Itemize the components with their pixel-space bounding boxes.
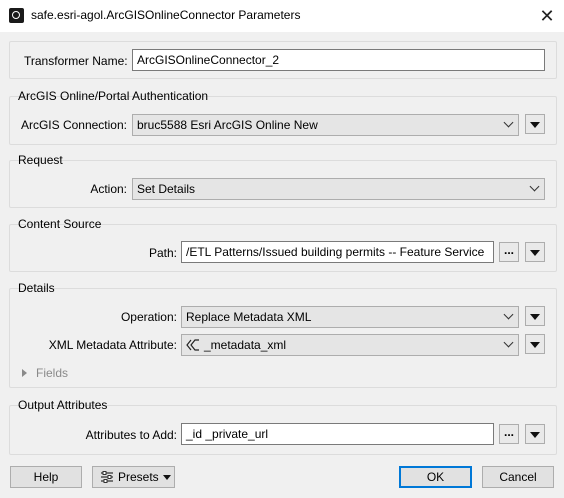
path-menu-button[interactable] bbox=[525, 242, 545, 262]
triangle-down-icon bbox=[163, 475, 171, 480]
title-bar: safe.esri-agol.ArcGISOnlineConnector Par… bbox=[0, 0, 564, 32]
attributes-to-add-input[interactable]: _id _private_url bbox=[181, 423, 494, 445]
chevron-down-icon bbox=[503, 117, 514, 128]
details-group-title: Details bbox=[18, 281, 55, 295]
help-button[interactable]: Help bbox=[10, 466, 82, 488]
attributes-browse-button[interactable]: ... bbox=[499, 424, 519, 444]
chevron-down-icon bbox=[529, 181, 540, 192]
output-attributes-group-title: Output Attributes bbox=[18, 398, 108, 412]
action-label: Action: bbox=[90, 182, 127, 196]
fme-app-icon bbox=[9, 8, 24, 23]
attributes-to-add-label: Attributes to Add: bbox=[85, 428, 177, 442]
xml-metadata-label: XML Metadata Attribute: bbox=[48, 338, 177, 352]
fields-expander[interactable]: Fields bbox=[22, 366, 68, 380]
close-icon[interactable]: ✕ bbox=[530, 2, 564, 30]
operation-menu-button[interactable] bbox=[525, 306, 545, 326]
attributes-menu-button[interactable] bbox=[525, 424, 545, 444]
chevron-right-icon bbox=[22, 369, 27, 377]
presets-button[interactable]: Presets bbox=[92, 466, 175, 488]
content-source-group-title: Content Source bbox=[18, 217, 102, 231]
action-dropdown[interactable]: Set Details bbox=[132, 178, 545, 200]
triangle-down-icon bbox=[530, 122, 540, 128]
presets-icon bbox=[101, 471, 113, 483]
auth-group-title: ArcGIS Online/Portal Authentication bbox=[18, 89, 209, 103]
fields-label: Fields bbox=[36, 366, 69, 380]
xml-metadata-menu-button[interactable] bbox=[525, 334, 545, 354]
triangle-down-icon bbox=[530, 432, 540, 438]
path-label: Path: bbox=[148, 246, 177, 260]
presets-label: Presets bbox=[118, 470, 159, 484]
request-group-title: Request bbox=[18, 153, 63, 167]
operation-label: Operation: bbox=[120, 310, 177, 324]
connection-menu-button[interactable] bbox=[525, 114, 545, 134]
path-input[interactable]: /ETL Patterns/Issued building permits --… bbox=[181, 241, 494, 263]
xml-metadata-dropdown[interactable]: _metadata_xml bbox=[181, 334, 519, 356]
arcgis-connection-dropdown[interactable]: bruc5588 Esri ArcGIS Online New bbox=[132, 114, 519, 136]
triangle-down-icon bbox=[530, 314, 540, 320]
chevron-down-icon bbox=[503, 309, 514, 320]
operation-dropdown[interactable]: Replace Metadata XML bbox=[181, 306, 519, 328]
arcgis-connection-label: ArcGIS Connection: bbox=[20, 118, 127, 132]
transformer-name-input[interactable]: ArcGISOnlineConnector_2 bbox=[132, 49, 545, 71]
operation-value: Replace Metadata XML bbox=[186, 310, 312, 324]
action-value: Set Details bbox=[137, 182, 196, 196]
window-title: safe.esri-agol.ArcGISOnlineConnector Par… bbox=[31, 8, 301, 22]
path-browse-button[interactable]: ... bbox=[499, 242, 519, 262]
xml-metadata-value: _metadata_xml bbox=[204, 338, 287, 352]
ok-button[interactable]: OK bbox=[399, 466, 472, 488]
transformer-name-label: Transformer Name: bbox=[24, 54, 128, 68]
triangle-down-icon bbox=[530, 342, 540, 348]
chevron-down-icon bbox=[503, 337, 514, 348]
cancel-button[interactable]: Cancel bbox=[482, 466, 554, 488]
attribute-icon bbox=[186, 339, 199, 351]
arcgis-connection-value: bruc5588 Esri ArcGIS Online New bbox=[137, 118, 318, 132]
triangle-down-icon bbox=[530, 250, 540, 256]
